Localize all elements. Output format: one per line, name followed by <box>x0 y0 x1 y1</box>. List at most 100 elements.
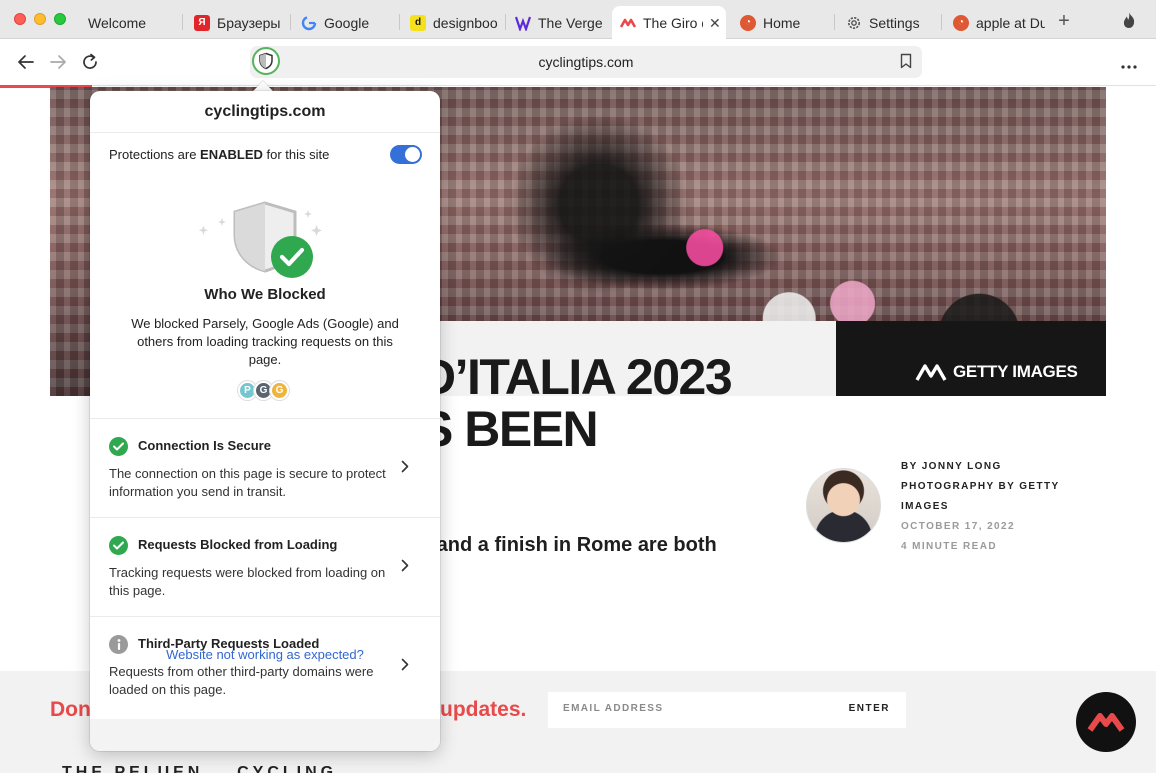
check-circle-icon <box>109 437 128 456</box>
tab-title: designboo <box>433 14 498 31</box>
designboom-icon: d <box>410 14 426 31</box>
byline-photography-cont: IMAGES <box>901 501 949 512</box>
address-bar[interactable]: cyclingtips.com <box>250 46 922 78</box>
signup-heading-left: Don <box>50 698 91 721</box>
tab-welcome[interactable]: Welcome <box>80 6 180 39</box>
tab-settings[interactable]: Settings <box>838 6 938 39</box>
google-icon <box>301 15 317 31</box>
tab-title: apple at Du <box>976 14 1045 31</box>
section-description: Tracking requests were blocked from load… <box>109 565 386 598</box>
new-tab-button[interactable]: + <box>1054 10 1074 33</box>
close-window-button[interactable] <box>14 13 26 25</box>
back-arrow-icon <box>18 55 34 69</box>
zoom-window-button[interactable] <box>54 13 66 25</box>
byline-author[interactable]: BY JONNY LONG <box>901 461 1002 472</box>
email-field[interactable] <box>563 703 823 714</box>
image-credit: GETTY IMAGES <box>953 362 1078 381</box>
tab-home[interactable]: ◔ Home <box>732 6 832 39</box>
tab-title: The Giro d <box>643 15 703 31</box>
section-description: Requests from other third-party domains … <box>109 664 374 697</box>
yandex-icon: Я <box>194 14 210 31</box>
tab-bar: Welcome Я Браузеры Google d designboo Th… <box>0 0 1156 40</box>
tab-the-verge[interactable]: The Verge <box>507 6 607 39</box>
author-avatar[interactable] <box>806 468 881 543</box>
tab-separator <box>290 14 291 30</box>
tab-giro-active[interactable]: The Giro d ✕ <box>612 6 726 40</box>
read-time: 4 MINUTE READ <box>901 541 997 552</box>
minimize-window-button[interactable] <box>34 13 46 25</box>
forward-arrow-icon <box>50 55 66 69</box>
more-options-button[interactable] <box>1121 53 1137 74</box>
article-date: OCTOBER 17, 2022 <box>901 521 1015 532</box>
tab-title: Settings <box>869 14 920 31</box>
bookmark-icon <box>900 53 912 69</box>
url-text[interactable]: cyclingtips.com <box>250 54 922 70</box>
tab-separator <box>399 14 400 30</box>
duckduckgo-icon: ◔ <box>740 14 756 31</box>
reload-icon <box>83 53 97 69</box>
tab-title: Home <box>763 14 801 31</box>
back-button[interactable] <box>16 52 36 72</box>
ellipsis-icon <box>1121 65 1137 69</box>
reload-button[interactable] <box>80 52 100 72</box>
tab-separator <box>182 14 183 30</box>
third-party-requests-row[interactable]: Third-Party Requests Loaded Requests fro… <box>90 616 440 714</box>
signup-heading-right: updates. <box>440 698 527 721</box>
section-title: Connection Is Secure <box>138 438 271 453</box>
tab-separator <box>505 14 506 30</box>
fire-button-icon[interactable] <box>1121 11 1137 34</box>
article-headline-line2: S BEEN <box>420 401 599 457</box>
section-description: The connection on this page is secure to… <box>109 466 386 499</box>
popover-footer <box>90 719 440 751</box>
tab-title: Браузеры <box>217 14 281 31</box>
tab-designboom[interactable]: d designboo <box>402 6 502 39</box>
article-subhead: e and a finish in Rome are both <box>420 534 717 556</box>
hero-caption-band <box>836 321 1106 396</box>
getty-logo-icon <box>915 364 947 381</box>
navigation-bar: cyclingtips.com <box>0 39 1156 86</box>
report-broken-site-link[interactable]: Website not working as expected? <box>90 647 440 662</box>
who-we-blocked-description: We blocked Parsely, Google Ads (Google) … <box>131 316 399 367</box>
tab-title: The Verge <box>538 14 603 31</box>
protections-state: ENABLED <box>200 147 263 162</box>
cyclingtips-logo-button[interactable] <box>1076 692 1136 752</box>
tab-separator <box>834 14 835 30</box>
section-title: Requests Blocked from Loading <box>138 537 338 552</box>
chevron-right-icon <box>401 460 409 473</box>
tab-google[interactable]: Google <box>293 6 393 39</box>
who-we-blocked-title: Who We Blocked <box>204 286 326 303</box>
toggle-knob <box>405 147 420 162</box>
article-headline-line1: D’ITALIA 2023 <box>420 349 733 405</box>
cyclingtips-icon <box>620 15 636 31</box>
tracker-icons: P G G <box>90 381 440 400</box>
duckduckgo-icon: ◔ <box>953 14 969 31</box>
tracker-icon: G <box>270 381 289 400</box>
tab-title: Welcome <box>88 14 147 31</box>
gear-icon <box>846 15 862 31</box>
connection-secure-row[interactable]: Connection Is Secure The connection on t… <box>90 418 440 516</box>
tab-title: Google <box>324 14 370 31</box>
check-circle-icon <box>109 536 128 555</box>
verge-icon <box>515 15 531 31</box>
enter-button[interactable]: ENTER <box>849 703 890 714</box>
requests-blocked-row[interactable]: Requests Blocked from Loading Tracking r… <box>90 517 440 615</box>
protections-status: Protections are ENABLED for this site <box>109 147 329 162</box>
byline-photography: PHOTOGRAPHY BY GETTY <box>901 481 1060 492</box>
tab-separator <box>941 14 942 30</box>
protections-toggle[interactable] <box>390 145 422 164</box>
forward-button[interactable] <box>48 52 68 72</box>
tab-yandex[interactable]: Я Браузеры <box>186 6 286 39</box>
getty-images-credit: GETTY IMAGES <box>915 362 1078 382</box>
divider <box>90 132 440 133</box>
cyclingtips-logo-icon <box>1087 713 1125 732</box>
chevron-right-icon <box>401 559 409 572</box>
protections-suffix: for this site <box>262 147 330 162</box>
shield-check-icon <box>198 201 322 278</box>
footer-peek-text: THE PELUEN... CYCLING <box>62 764 338 773</box>
protections-prefix: Protections are <box>109 147 201 162</box>
bookmark-button[interactable] <box>900 53 912 74</box>
popover-domain: cyclingtips.com <box>204 103 326 120</box>
close-tab-icon[interactable]: ✕ <box>709 15 721 32</box>
email-signup-form: ENTER <box>548 692 906 728</box>
tab-apple-ddg[interactable]: ◔ apple at Du <box>945 6 1045 39</box>
